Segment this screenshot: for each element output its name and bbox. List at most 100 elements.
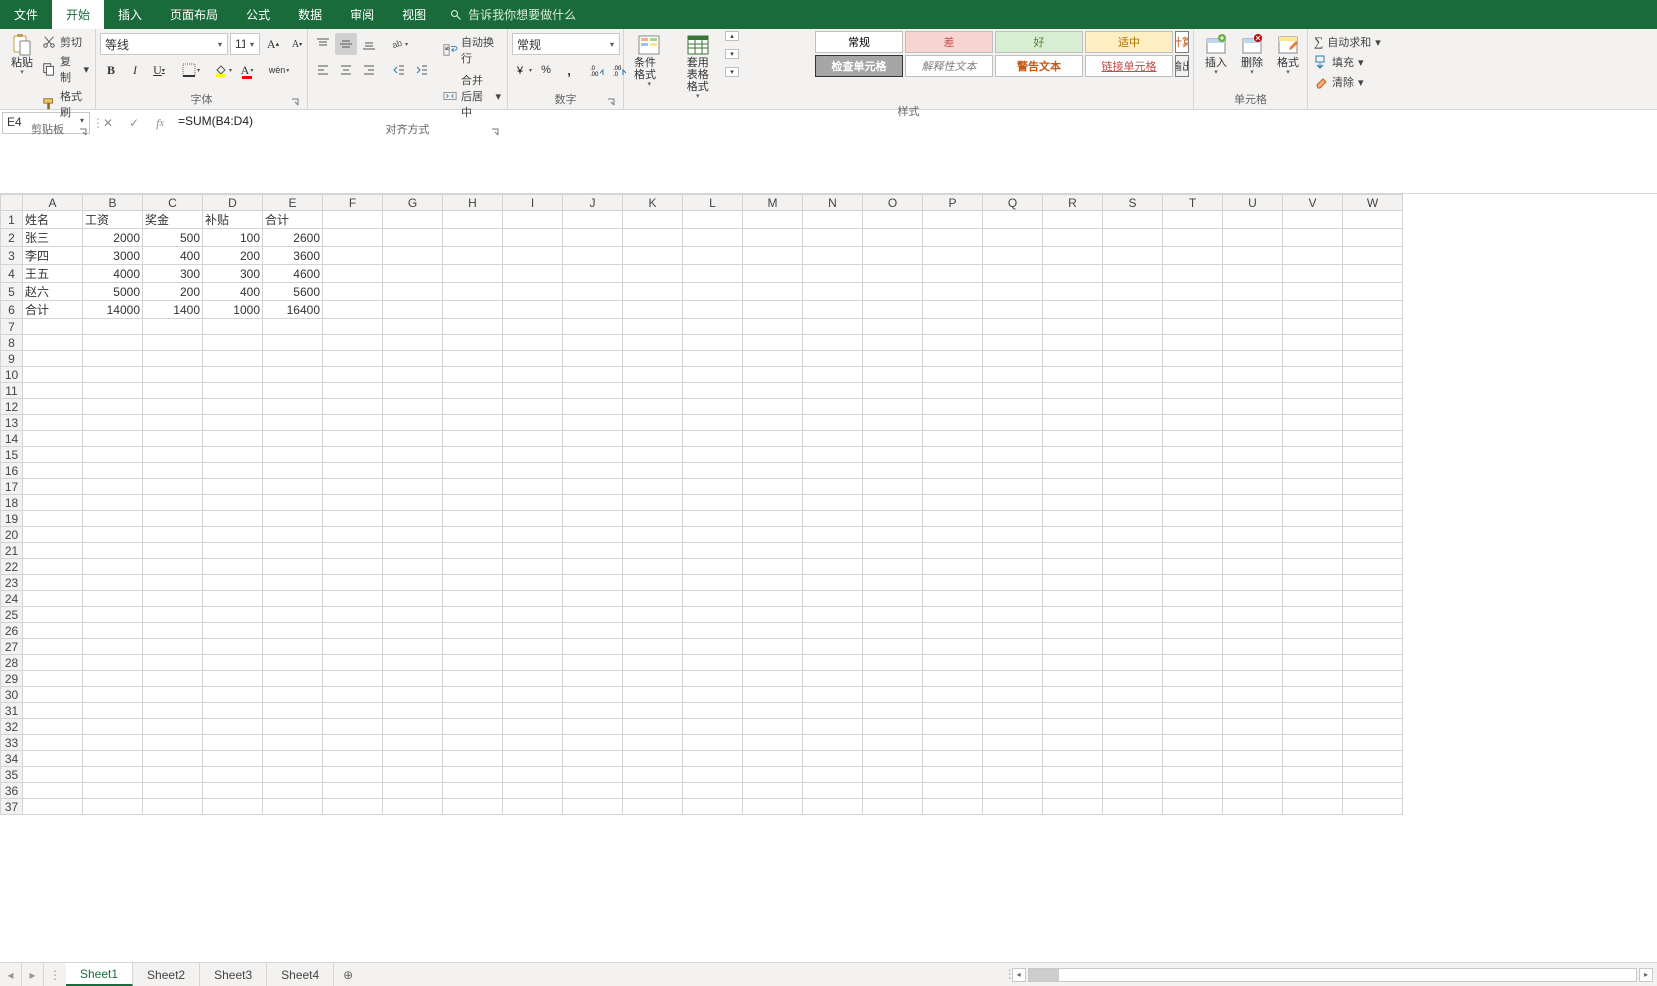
cell-L22[interactable] (683, 559, 743, 575)
cell-W6[interactable] (1343, 301, 1403, 319)
cell-T14[interactable] (1163, 431, 1223, 447)
cell-T29[interactable] (1163, 671, 1223, 687)
column-header-S[interactable]: S (1103, 195, 1163, 211)
cell-T32[interactable] (1163, 719, 1223, 735)
cell-O29[interactable] (863, 671, 923, 687)
cell-S15[interactable] (1103, 447, 1163, 463)
cell-B4[interactable]: 4000 (83, 265, 143, 283)
row-header-13[interactable]: 13 (1, 415, 23, 431)
cell-R26[interactable] (1043, 623, 1103, 639)
cell-N8[interactable] (803, 335, 863, 351)
cell-R6[interactable] (1043, 301, 1103, 319)
cell-N6[interactable] (803, 301, 863, 319)
cell-Q10[interactable] (983, 367, 1043, 383)
cell-B25[interactable] (83, 607, 143, 623)
cell-I18[interactable] (503, 495, 563, 511)
cell-H6[interactable] (443, 301, 503, 319)
cell-D2[interactable]: 100 (203, 229, 263, 247)
cell-O14[interactable] (863, 431, 923, 447)
cell-G10[interactable] (383, 367, 443, 383)
cell-S1[interactable] (1103, 211, 1163, 229)
cell-M25[interactable] (743, 607, 803, 623)
cell-F32[interactable] (323, 719, 383, 735)
cell-C5[interactable]: 200 (143, 283, 203, 301)
cell-R10[interactable] (1043, 367, 1103, 383)
cell-Q1[interactable] (983, 211, 1043, 229)
cell-B26[interactable] (83, 623, 143, 639)
cell-H22[interactable] (443, 559, 503, 575)
cell-R19[interactable] (1043, 511, 1103, 527)
cell-V34[interactable] (1283, 751, 1343, 767)
cell-V23[interactable] (1283, 575, 1343, 591)
cell-A1[interactable]: 姓名 (23, 211, 83, 229)
wrap-text-button[interactable]: ab自动换行 (441, 33, 503, 67)
cell-G15[interactable] (383, 447, 443, 463)
cell-C21[interactable] (143, 543, 203, 559)
row-header-12[interactable]: 12 (1, 399, 23, 415)
cell-J26[interactable] (563, 623, 623, 639)
cell-E8[interactable] (263, 335, 323, 351)
cell-F17[interactable] (323, 479, 383, 495)
sheet-tab-sheet1[interactable]: Sheet1 (66, 963, 133, 986)
cell-N9[interactable] (803, 351, 863, 367)
cell-K36[interactable] (623, 783, 683, 799)
cell-P12[interactable] (923, 399, 983, 415)
cell-K32[interactable] (623, 719, 683, 735)
cell-E29[interactable] (263, 671, 323, 687)
cell-P33[interactable] (923, 735, 983, 751)
row-header-26[interactable]: 26 (1, 623, 23, 639)
cell-T2[interactable] (1163, 229, 1223, 247)
row-header-3[interactable]: 3 (1, 247, 23, 265)
cell-V4[interactable] (1283, 265, 1343, 283)
cell-O9[interactable] (863, 351, 923, 367)
cell-K16[interactable] (623, 463, 683, 479)
cell-D29[interactable] (203, 671, 263, 687)
cell-M2[interactable] (743, 229, 803, 247)
cell-L37[interactable] (683, 799, 743, 815)
cell-K12[interactable] (623, 399, 683, 415)
cell-V24[interactable] (1283, 591, 1343, 607)
column-header-N[interactable]: N (803, 195, 863, 211)
cell-J3[interactable] (563, 247, 623, 265)
cell-O23[interactable] (863, 575, 923, 591)
cell-F34[interactable] (323, 751, 383, 767)
cell-V21[interactable] (1283, 543, 1343, 559)
cell-G23[interactable] (383, 575, 443, 591)
cell-L6[interactable] (683, 301, 743, 319)
cell-M11[interactable] (743, 383, 803, 399)
cell-J28[interactable] (563, 655, 623, 671)
cell-B19[interactable] (83, 511, 143, 527)
accept-formula-button[interactable]: ✓ (122, 112, 146, 134)
cell-P14[interactable] (923, 431, 983, 447)
cell-J13[interactable] (563, 415, 623, 431)
cell-style-1[interactable]: 差 (905, 31, 993, 53)
cell-Q14[interactable] (983, 431, 1043, 447)
cell-Q12[interactable] (983, 399, 1043, 415)
cell-P18[interactable] (923, 495, 983, 511)
cell-V1[interactable] (1283, 211, 1343, 229)
cell-G31[interactable] (383, 703, 443, 719)
cell-L33[interactable] (683, 735, 743, 751)
cell-P3[interactable] (923, 247, 983, 265)
cell-T35[interactable] (1163, 767, 1223, 783)
cell-S29[interactable] (1103, 671, 1163, 687)
number-format-select[interactable]: 常规▾ (512, 33, 620, 55)
cell-O36[interactable] (863, 783, 923, 799)
cell-F25[interactable] (323, 607, 383, 623)
sheet-tab-sheet3[interactable]: Sheet3 (200, 963, 267, 986)
cell-D9[interactable] (203, 351, 263, 367)
cell-F16[interactable] (323, 463, 383, 479)
cell-J33[interactable] (563, 735, 623, 751)
cell-W3[interactable] (1343, 247, 1403, 265)
cell-S25[interactable] (1103, 607, 1163, 623)
cell-D27[interactable] (203, 639, 263, 655)
tab-data[interactable]: 数据 (284, 0, 336, 29)
column-header-J[interactable]: J (563, 195, 623, 211)
cell-V22[interactable] (1283, 559, 1343, 575)
cell-A22[interactable] (23, 559, 83, 575)
cell-F33[interactable] (323, 735, 383, 751)
cell-K1[interactable] (623, 211, 683, 229)
cell-O4[interactable] (863, 265, 923, 283)
cell-K14[interactable] (623, 431, 683, 447)
cell-G1[interactable] (383, 211, 443, 229)
